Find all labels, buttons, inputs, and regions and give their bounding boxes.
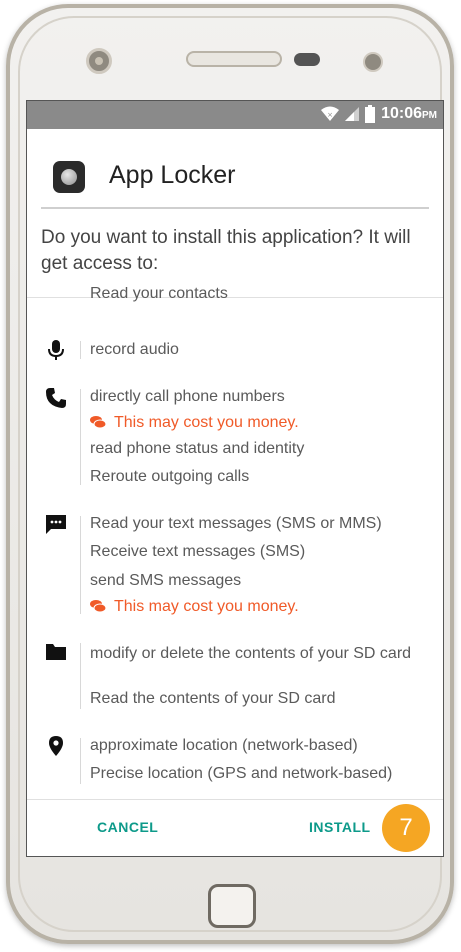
- group-divider-line: [80, 738, 81, 784]
- signal-icon: [345, 107, 360, 121]
- install-button[interactable]: INSTALL: [309, 819, 371, 835]
- list-bottom-divider: [27, 799, 443, 800]
- permission-send-sms: send SMS messages: [90, 572, 242, 589]
- flash-sensor: [363, 52, 383, 72]
- wifi-icon: ×: [321, 106, 340, 121]
- folder-icon: [46, 644, 66, 660]
- group-divider-line: [80, 341, 81, 359]
- group-divider-line: [80, 389, 81, 485]
- permission-phone-status: read phone status and identity: [90, 440, 305, 457]
- permission-receive-sms: Receive text messages (SMS): [90, 543, 306, 560]
- permission-precise-location: Precise location (GPS and network-based): [90, 765, 393, 782]
- cost-warning: This may cost you money.: [90, 414, 299, 432]
- status-time: 10:06PM: [381, 105, 437, 122]
- permission-approx-location: approximate location (network-based): [90, 737, 358, 754]
- phone-icon: [46, 388, 66, 408]
- cost-warning: This may cost you money.: [90, 598, 299, 616]
- permission-list[interactable]: Read your contacts record audio directly…: [27, 287, 443, 799]
- step-number-badge: 7: [382, 804, 430, 852]
- permission-record-audio: record audio: [90, 341, 179, 358]
- proximity-sensor: [294, 53, 320, 66]
- permission-read-sd: Read the contents of your SD card: [90, 690, 336, 707]
- permission-read-sms: Read your text messages (SMS or MMS): [90, 515, 382, 532]
- app-locker-icon: [53, 161, 85, 193]
- permission-read-contacts: Read your contacts: [90, 287, 228, 302]
- svg-text:×: ×: [327, 111, 333, 119]
- earpiece-speaker: [186, 51, 282, 67]
- permission-modify-sd: modify or delete the contents of your SD…: [90, 645, 412, 662]
- sms-icon: [46, 515, 66, 534]
- group-divider-line: [80, 643, 81, 709]
- permission-call-phone: directly call phone numbers: [90, 388, 285, 405]
- coins-icon: [90, 416, 106, 429]
- app-header: App Locker: [27, 129, 443, 207]
- status-bar: × 10:06PM: [27, 101, 443, 129]
- status-icons: × 10:06PM: [321, 105, 437, 123]
- battery-icon: [365, 105, 376, 123]
- permission-reroute-calls: Reroute outgoing calls: [90, 468, 250, 485]
- header-divider: [41, 207, 429, 209]
- cancel-button[interactable]: CANCEL: [97, 819, 158, 835]
- microphone-icon: [48, 340, 64, 360]
- install-prompt: Do you want to install this application?…: [41, 227, 411, 274]
- app-name: App Locker: [109, 161, 236, 189]
- coins-icon: [90, 600, 106, 613]
- front-camera: [86, 48, 112, 74]
- group-divider-line: [80, 516, 81, 614]
- location-pin-icon: [49, 736, 63, 756]
- home-button[interactable]: [208, 884, 256, 928]
- phone-screen: × 10:06PM App Locker Do you want to inst…: [26, 100, 444, 857]
